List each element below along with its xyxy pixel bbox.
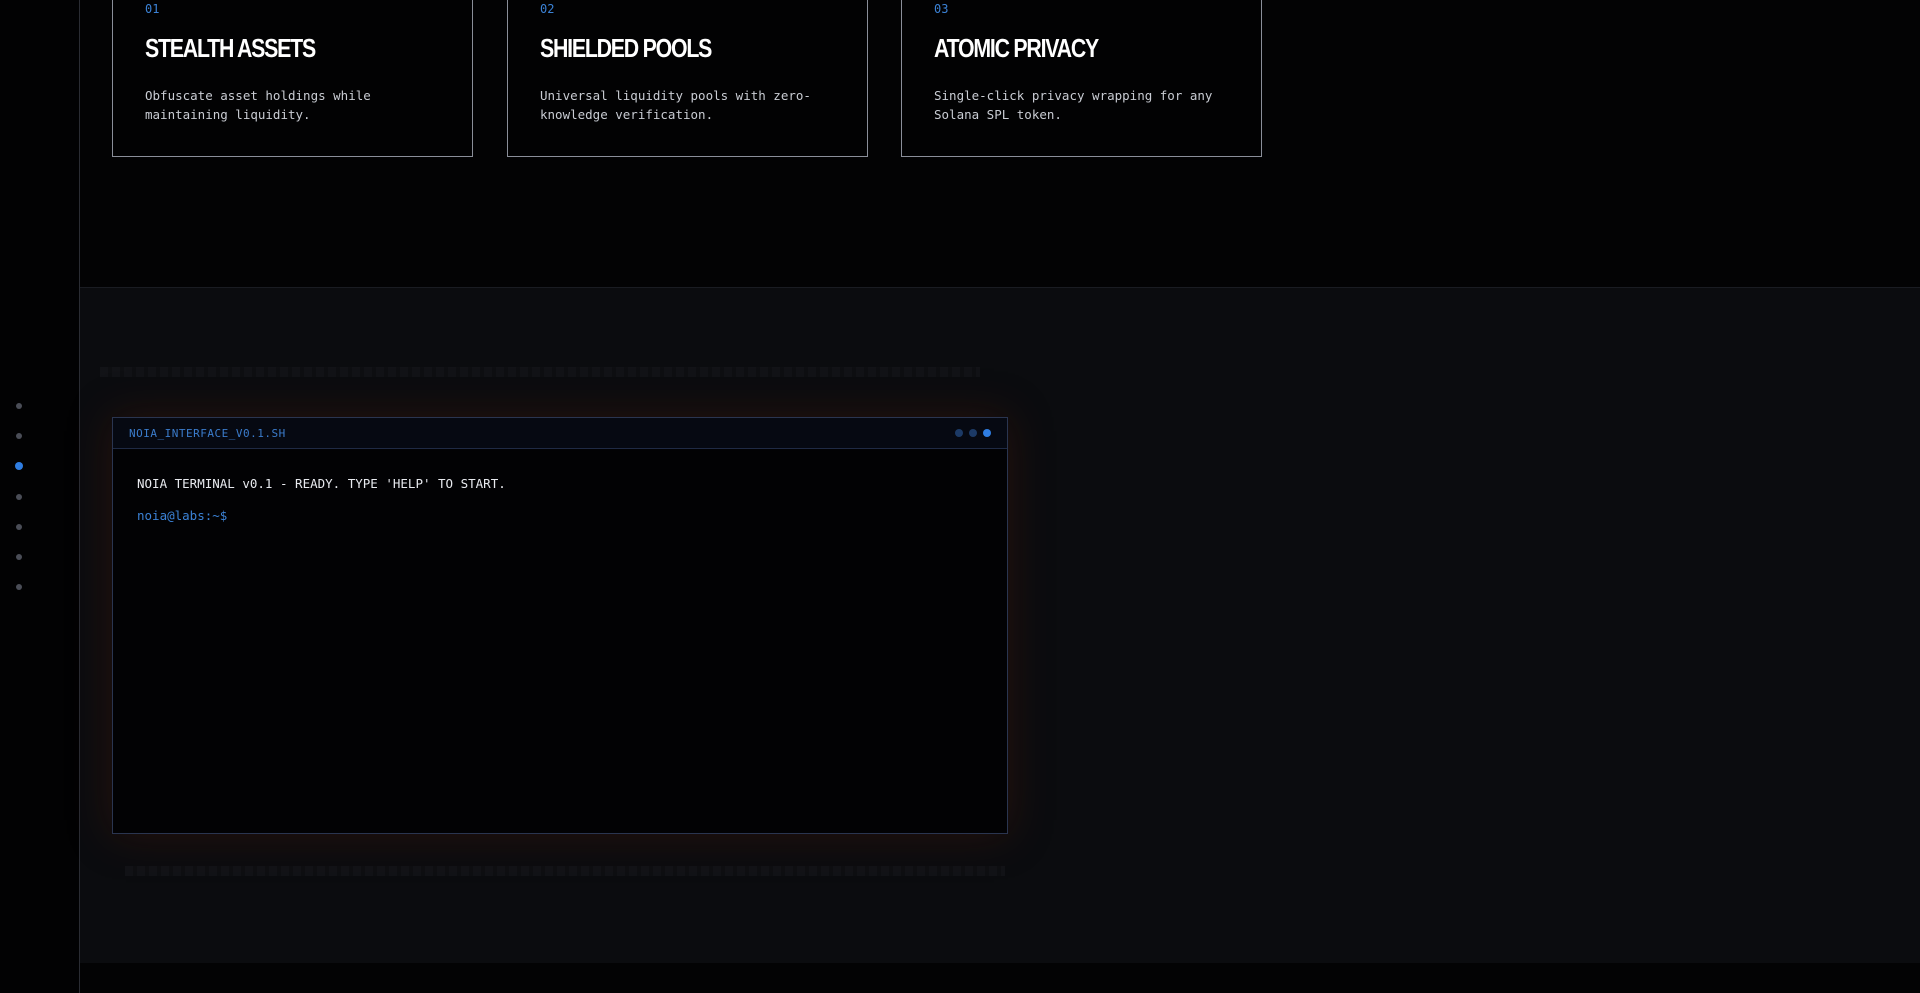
window-dot-active-icon — [983, 429, 991, 437]
window-dot-icon — [969, 429, 977, 437]
feature-card-title: STEALTH ASSETS — [145, 33, 316, 63]
feature-card-description: Universal liquidity pools with zero-know… — [540, 88, 811, 122]
section-nav-dot-4[interactable] — [16, 494, 22, 500]
feature-card-description: Obfuscate asset holdings while maintaini… — [145, 88, 371, 122]
feature-card-number: 03 — [934, 2, 949, 16]
section-nav-dot-5[interactable] — [16, 524, 22, 530]
feature-card-shielded-pools: 02 SHIELDED POOLS Universal liquidity po… — [507, 0, 868, 157]
terminal-window[interactable]: NOIA_INTERFACE_V0.1.SH NOIA TERMINAL v0.… — [112, 417, 1008, 834]
feature-card-stealth-assets: 01 STEALTH ASSETS Obfuscate asset holdin… — [112, 0, 473, 157]
feature-card-number: 01 — [145, 2, 160, 16]
section-nav-dot-6[interactable] — [16, 554, 22, 560]
window-dot-icon — [955, 429, 963, 437]
section-nav-dot-2[interactable] — [16, 433, 22, 439]
terminal-output: NOIA TERMINAL v0.1 - READY. TYPE 'HELP' … — [137, 476, 506, 523]
page: 01 STEALTH ASSETS Obfuscate asset holdin… — [0, 0, 1920, 993]
features-section: 01 STEALTH ASSETS Obfuscate asset holdin… — [80, 0, 1920, 288]
side-rail — [0, 0, 80, 993]
feature-card-title: SHIELDED POOLS — [540, 33, 712, 63]
bottom-strip — [80, 963, 1920, 993]
section-nav-dot-7[interactable] — [16, 584, 22, 590]
terminal-ready-message: NOIA TERMINAL v0.1 - READY. TYPE 'HELP' … — [137, 476, 506, 491]
section-nav-dot-3-active[interactable] — [15, 462, 23, 470]
feature-card-number: 02 — [540, 2, 555, 16]
feature-card-description: Single-click privacy wrapping for any So… — [934, 88, 1213, 122]
terminal-prompt: noia@labs:~$ — [137, 508, 228, 523]
feature-card-atomic-privacy: 03 ATOMIC PRIVACY Single-click privacy w… — [901, 0, 1262, 157]
terminal-title-bar: NOIA_INTERFACE_V0.1.SH — [113, 418, 1007, 449]
terminal-title: NOIA_INTERFACE_V0.1.SH — [129, 427, 286, 440]
background-glyph-row — [100, 367, 980, 377]
terminal-prompt-line[interactable]: noia@labs:~$ — [137, 508, 506, 523]
feature-card-title: ATOMIC PRIVACY — [934, 33, 1099, 63]
section-nav-dot-1[interactable] — [16, 403, 22, 409]
background-glyph-row — [125, 866, 1005, 876]
